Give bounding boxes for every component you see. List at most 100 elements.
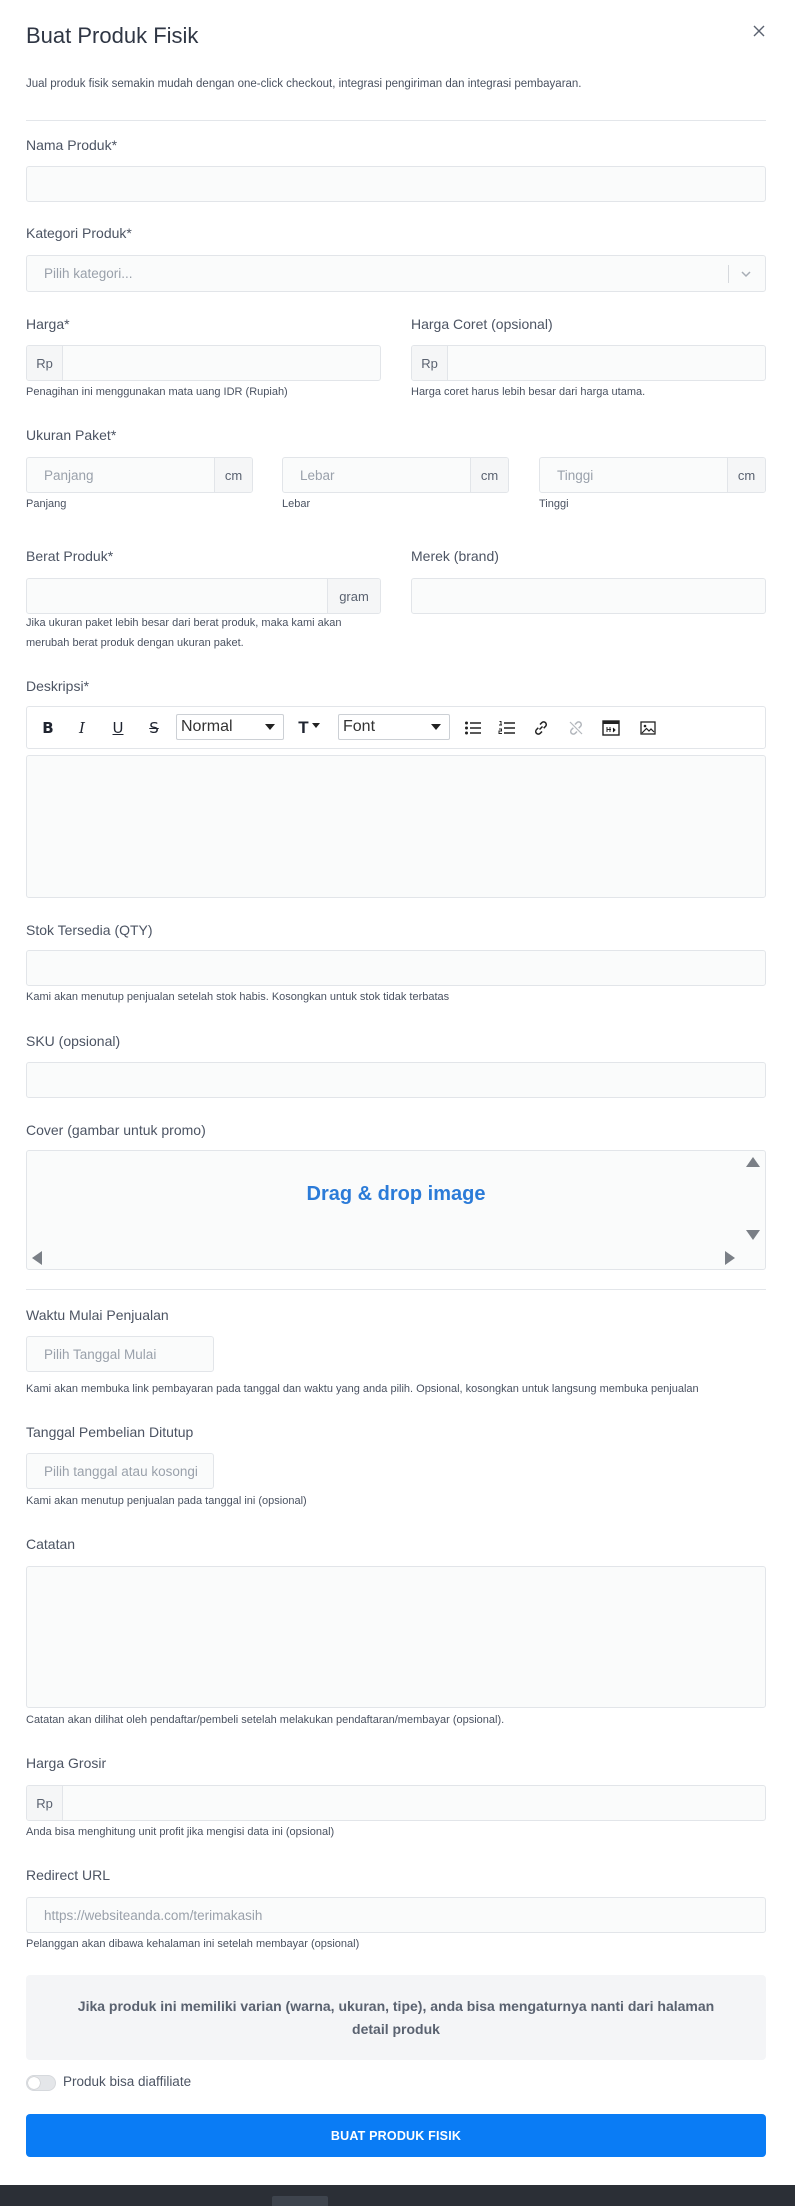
caret-down-icon	[431, 724, 441, 730]
berat-help-2: merubah berat produk dengan ukuran paket…	[26, 637, 244, 649]
caret-down-icon	[265, 724, 275, 730]
create-product-modal: Buat Produk Fisik Jual produk fisik sema…	[0, 0, 795, 2185]
stok-input[interactable]	[26, 950, 766, 986]
embed-icon[interactable]	[600, 717, 622, 739]
ukuran-label: Ukuran Paket*	[26, 427, 117, 443]
heading-select-value: Normal	[181, 718, 233, 735]
font-family-select[interactable]: Font	[338, 714, 450, 740]
kategori-label: Kategori Produk*	[26, 225, 132, 241]
harga-coret-input[interactable]	[448, 346, 765, 380]
harga-coret-input-group[interactable]: Rp	[411, 345, 766, 381]
harga-coret-label: Harga Coret (opsional)	[411, 316, 553, 332]
nama-produk-label: Nama Produk*	[26, 137, 118, 153]
waktu-mulai-help: Kami akan membuka link pembayaran pada t…	[26, 1383, 699, 1395]
font-family-value: Font	[343, 718, 376, 735]
stok-label: Stok Tersedia (QTY)	[26, 922, 153, 938]
harga-input[interactable]	[63, 346, 380, 380]
cover-label: Cover (gambar untuk promo)	[26, 1122, 206, 1138]
heading-select[interactable]: Normal	[176, 714, 284, 740]
redirect-input[interactable]: https://websiteanda.com/terimakasih	[26, 1897, 766, 1933]
chevron-down-icon[interactable]	[739, 267, 753, 281]
background-strip	[0, 2185, 795, 2206]
redirect-label: Redirect URL	[26, 1867, 111, 1883]
sku-input[interactable]	[26, 1062, 766, 1098]
tinggi-unit: cm	[727, 458, 765, 492]
background-chip	[272, 2196, 328, 2206]
lebar-input[interactable]: Lebar	[283, 458, 470, 492]
nama-produk-input[interactable]	[26, 166, 766, 202]
bold-button[interactable]: B	[37, 717, 59, 739]
lebar-input-group[interactable]: Lebar cm	[282, 457, 509, 493]
waktu-mulai-placeholder: Pilih Tanggal Mulai	[44, 1346, 157, 1362]
select-separator	[728, 265, 729, 283]
italic-button[interactable]: I	[71, 717, 93, 739]
section-divider	[26, 1289, 766, 1290]
tanggal-tutup-help: Kami akan menutup penjualan pada tanggal…	[26, 1495, 307, 1507]
panjang-input-group[interactable]: Panjang cm	[26, 457, 253, 493]
link-icon[interactable]	[530, 717, 552, 739]
strikethrough-button[interactable]: S	[143, 717, 165, 739]
dropzone-text[interactable]: Drag & drop image	[26, 1183, 766, 1206]
header-divider	[26, 120, 766, 121]
kategori-select[interactable]: Pilih kategori...	[26, 255, 766, 292]
affiliate-label: Produk bisa diaffiliate	[63, 2074, 192, 2089]
submit-button[interactable]: BUAT PRODUK FISIK	[26, 2114, 766, 2157]
harga-label: Harga*	[26, 316, 70, 332]
deskripsi-editor[interactable]	[26, 755, 766, 898]
close-icon[interactable]	[750, 22, 768, 40]
caret-down-icon	[311, 722, 320, 728]
tanggal-tutup-label: Tanggal Pembelian Ditutup	[26, 1424, 194, 1440]
berat-unit: gram	[327, 579, 380, 613]
catatan-label: Catatan	[26, 1536, 76, 1552]
panjang-input[interactable]: Panjang	[27, 458, 214, 492]
harga-coret-prefix: Rp	[412, 346, 448, 380]
scroll-down-icon[interactable]	[746, 1230, 760, 1240]
kategori-placeholder: Pilih kategori...	[44, 266, 133, 281]
tanggal-tutup-input[interactable]: Pilih tanggal atau kosongi	[26, 1453, 214, 1489]
tinggi-input-group[interactable]: Tinggi cm	[539, 457, 766, 493]
lebar-unit: cm	[470, 458, 508, 492]
stok-help: Kami akan menutup penjualan setelah stok…	[26, 991, 450, 1003]
harga-help: Penagihan ini menggunakan mata uang IDR …	[26, 386, 288, 398]
variant-info-box: Jika produk ini memiliki varian (warna, …	[26, 1975, 766, 2060]
harga-prefix: Rp	[27, 346, 63, 380]
catatan-help: Catatan akan dilihat oleh pendaftar/pemb…	[26, 1714, 505, 1726]
tinggi-help: Tinggi	[539, 498, 569, 510]
cover-dropzone[interactable]	[26, 1150, 766, 1270]
harga-input-group[interactable]: Rp	[26, 345, 381, 381]
variant-info-text: Jika produk ini memiliki varian (warna, …	[77, 1997, 715, 2037]
harga-coret-help: Harga coret harus lebih besar dari harga…	[411, 386, 646, 398]
berat-label: Berat Produk*	[26, 548, 114, 564]
harga-grosir-input[interactable]	[63, 1786, 765, 1820]
harga-grosir-input-group[interactable]: Rp	[26, 1785, 766, 1821]
merek-label: Merek (brand)	[411, 548, 499, 564]
numbered-list-icon[interactable]	[496, 717, 518, 739]
harga-grosir-prefix: Rp	[27, 1786, 63, 1820]
underline-button[interactable]: U	[107, 717, 129, 739]
affiliate-toggle[interactable]	[26, 2075, 56, 2091]
image-icon[interactable]	[637, 717, 659, 739]
unlink-icon[interactable]	[565, 717, 587, 739]
harga-grosir-label: Harga Grosir	[26, 1755, 107, 1771]
merek-input[interactable]	[411, 578, 766, 614]
catatan-textarea[interactable]	[26, 1566, 766, 1708]
font-size-button[interactable]: T	[291, 717, 327, 739]
scroll-left-icon[interactable]	[32, 1251, 42, 1265]
font-size-icon: T	[298, 718, 309, 737]
modal-title: Buat Produk Fisik	[26, 23, 199, 48]
harga-grosir-help: Anda bisa menghitung unit profit jika me…	[26, 1826, 335, 1838]
tinggi-input[interactable]: Tinggi	[540, 458, 727, 492]
panjang-help: Panjang	[26, 498, 67, 510]
scroll-up-icon[interactable]	[746, 1157, 760, 1167]
panjang-unit: cm	[214, 458, 252, 492]
modal-subtitle: Jual produk fisik semakin mudah dengan o…	[26, 78, 582, 90]
berat-help-1: Jika ukuran paket lebih besar dari berat…	[26, 617, 342, 629]
waktu-mulai-input[interactable]: Pilih Tanggal Mulai	[26, 1336, 214, 1372]
berat-input[interactable]	[27, 579, 327, 613]
tanggal-tutup-placeholder: Pilih tanggal atau kosongi	[44, 1463, 198, 1479]
toggle-knob	[28, 2077, 40, 2089]
berat-input-group[interactable]: gram	[26, 578, 381, 614]
scroll-right-icon[interactable]	[725, 1251, 735, 1265]
bullet-list-icon[interactable]	[462, 717, 484, 739]
redirect-help: Pelanggan akan dibawa kehalaman ini sete…	[26, 1938, 360, 1950]
